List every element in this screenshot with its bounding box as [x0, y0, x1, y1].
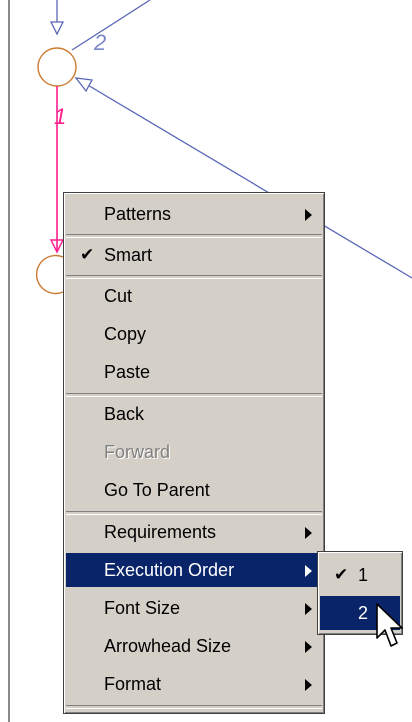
menu-item-label: Execution Order: [104, 560, 235, 580]
menu-item-label: Format: [104, 674, 162, 694]
mouse-pointer-icon: [376, 603, 403, 647]
menu-item-requirements[interactable]: Requirements: [66, 515, 322, 549]
menu-item-label: Copy: [104, 324, 147, 344]
menu-item-paste[interactable]: Paste: [66, 355, 322, 389]
submenu-arrow-icon: [305, 641, 312, 653]
submenu-arrow-icon: [305, 679, 312, 691]
submenu-arrow-icon: [305, 565, 312, 577]
menu-item-label: Forward: [104, 442, 171, 462]
edge-to-right-arrowhead: [74, 77, 94, 93]
menu-item-patterns[interactable]: Patterns: [66, 197, 322, 231]
menu-item-arrowhead-size[interactable]: Arrowhead Size: [66, 629, 322, 663]
menu-separator: [66, 705, 322, 709]
submenu-item-label: 2: [358, 603, 369, 623]
menu-item-label: Patterns: [104, 204, 172, 224]
edge-label-1: 1: [54, 104, 67, 129]
checkmark-icon: ✔: [80, 245, 95, 264]
menu-item-forward: Forward: [66, 435, 322, 469]
menu-item-format[interactable]: Format: [66, 667, 322, 701]
submenu-arrow-icon: [305, 527, 312, 539]
state-node-bottom: [35, 254, 64, 295]
menu-item-font-size[interactable]: Font Size: [66, 591, 322, 625]
checkmark-icon: ✔: [334, 565, 349, 584]
menu-item-copy[interactable]: Copy: [66, 317, 322, 351]
menu-item-back[interactable]: Back: [66, 397, 322, 431]
incoming-edge-arrowhead: [49, 21, 65, 36]
menu-item-label: Back: [104, 404, 145, 424]
menu-item-go-to-parent[interactable]: Go To Parent: [66, 473, 322, 507]
menu-item-label: Arrowhead Size: [104, 636, 232, 656]
menu-item-label: Smart: [104, 245, 153, 265]
context-menu: Patterns ✔ Smart Cut Copy Paste Back For…: [63, 192, 325, 714]
edge-to-top-right: [71, 0, 151, 51]
submenu-arrow-icon: [305, 209, 312, 221]
menu-item-cut[interactable]: Cut: [66, 279, 322, 313]
menu-item-label: Go To Parent: [104, 480, 210, 500]
submenu-arrow-icon: [305, 603, 312, 615]
submenu-item-order-1[interactable]: ✔ 1: [320, 558, 400, 592]
state-node-top: [37, 47, 77, 87]
menu-item-execution-order[interactable]: Execution Order: [66, 553, 322, 587]
menu-item-label: Requirements: [104, 522, 217, 542]
submenu-item-label: 1: [358, 565, 369, 585]
menu-item-label: Cut: [104, 286, 133, 306]
edge-label-2: 2: [94, 30, 107, 55]
menu-item-label: Font Size: [104, 598, 181, 618]
menu-item-label: Paste: [104, 362, 151, 382]
menu-item-smart[interactable]: ✔ Smart: [66, 238, 322, 272]
